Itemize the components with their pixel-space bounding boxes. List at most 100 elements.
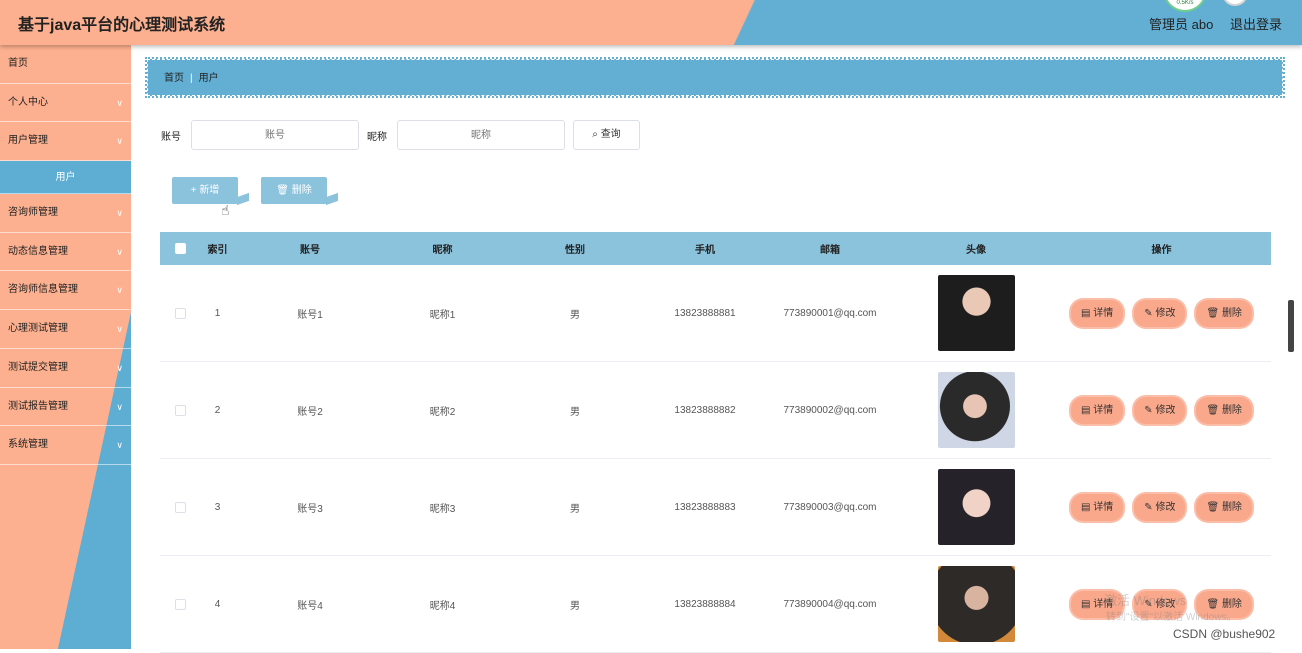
table-row: 3 账号3 昵称3 男 13823888883 773890003@qq.com ▤ 详情 ✎… xyxy=(160,459,1271,556)
app-title: 基于java平台的心理测试系统 xyxy=(18,17,226,34)
detail-button-label: 详情 xyxy=(1093,307,1114,319)
cell-sex: 男 xyxy=(570,503,580,515)
sidebar-item-news-management[interactable]: 动态信息管理 ∨ xyxy=(0,233,131,272)
network-widget-icon xyxy=(1222,0,1248,6)
search-icon: ⌕ xyxy=(592,129,598,140)
breadcrumb-home[interactable]: 首页 xyxy=(164,73,184,84)
delete-button[interactable]: 🗑︎ 删除 xyxy=(1196,396,1252,424)
delete-button[interactable]: 🗑︎ 删除 xyxy=(1196,299,1252,327)
cell-sex: 男 xyxy=(570,406,580,418)
row-checkbox[interactable] xyxy=(174,598,186,610)
row-checkbox[interactable] xyxy=(174,307,186,319)
chevron-down-icon: ∨ xyxy=(116,362,123,373)
edit-button-label: 修改 xyxy=(1155,307,1176,319)
trash-icon: 🗑︎ xyxy=(276,185,289,196)
sidebar-item-label: 心理测试管理 xyxy=(8,323,68,335)
cell-sex: 男 xyxy=(570,600,580,612)
table-header: 索引 账号 昵称 性别 手机 邮箱 头像 操作 xyxy=(160,232,1271,265)
chevron-down-icon: ∨ xyxy=(116,246,123,257)
cell-email: 773890003@qq.com xyxy=(783,501,877,513)
sidebar-item-label: 个人中心 xyxy=(8,96,48,108)
breadcrumb: 首页 | 用户 xyxy=(145,57,1285,98)
sidebar-item-home[interactable]: 首页 xyxy=(0,45,131,84)
sidebar-item-test-report-management[interactable]: 测试报告管理 ∨ xyxy=(0,388,131,427)
sidebar-subitem-user[interactable]: 用户 xyxy=(0,161,131,195)
cell-index: 4 xyxy=(214,598,221,610)
sidebar-item-label: 首页 xyxy=(8,58,28,69)
logout-button[interactable]: 退出登录 xyxy=(1230,14,1282,33)
sidebar-item-personal-center[interactable]: 个人中心 ∨ xyxy=(0,84,131,123)
column-header-email: 邮箱 xyxy=(820,245,840,256)
sidebar-item-label: 咨询师信息管理 xyxy=(8,284,78,296)
document-icon: ▤ xyxy=(1081,307,1091,319)
cell-nickname: 昵称4 xyxy=(429,600,456,612)
sidebar-item-label: 系统管理 xyxy=(8,439,48,451)
add-button[interactable]: + 新增 xyxy=(172,177,238,204)
chevron-down-icon: ∨ xyxy=(116,97,123,108)
top-header: 基于java平台的心理测试系统 0.5K/s 管理员 abo 退出登录 xyxy=(0,0,1302,45)
sidebar-item-label: 动态信息管理 xyxy=(8,245,68,257)
avatar xyxy=(937,275,1015,351)
sidebar-item-counselor-info-management[interactable]: 咨询师信息管理 ∨ xyxy=(0,271,131,311)
account-search-input[interactable] xyxy=(191,120,359,150)
edit-button-label: 修改 xyxy=(1155,501,1176,513)
column-header-avatar: 头像 xyxy=(966,245,986,256)
page-scrollbar[interactable] xyxy=(1288,300,1294,352)
chevron-down-icon: ∨ xyxy=(116,208,123,219)
breadcrumb-current: 用户 xyxy=(198,73,219,84)
delete-button[interactable]: 🗑︎ 删除 xyxy=(1196,493,1252,521)
trash-icon: 🗑︎ xyxy=(1206,307,1220,319)
cell-nickname: 昵称2 xyxy=(429,406,456,418)
nickname-search-label: 昵称 xyxy=(367,132,387,143)
cell-email: 773890001@qq.com xyxy=(783,307,877,319)
detail-button[interactable]: ▤ 详情 xyxy=(1071,396,1124,424)
row-checkbox[interactable] xyxy=(174,501,186,513)
document-icon: ▤ xyxy=(1081,404,1091,416)
sidebar-item-user-management[interactable]: 用户管理 ∨ xyxy=(0,122,131,162)
pencil-icon: ✎ xyxy=(1144,404,1153,416)
table-row: 1 账号1 昵称1 男 13823888881 773890001@qq.com ▤ 详情 ✎… xyxy=(160,265,1271,362)
detail-button[interactable]: ▤ 详情 xyxy=(1071,299,1124,327)
cell-account: 账号1 xyxy=(297,309,323,321)
sidebar-item-label: 测试提交管理 xyxy=(8,361,68,373)
avatar xyxy=(937,566,1015,642)
windows-activation-subtitle: 转到"设置"以激活 Windows。 xyxy=(1106,612,1237,623)
edit-button[interactable]: ✎ 修改 xyxy=(1134,299,1186,327)
detail-button[interactable]: ▤ 详情 xyxy=(1071,493,1124,521)
select-all-checkbox[interactable] xyxy=(174,243,186,254)
detail-button-label: 详情 xyxy=(1093,404,1114,416)
pencil-icon: ✎ xyxy=(1144,501,1153,513)
row-checkbox[interactable] xyxy=(174,404,186,416)
nickname-search-input[interactable] xyxy=(397,120,565,150)
sidebar-item-test-submission-management[interactable]: 测试提交管理 ∨ xyxy=(0,349,131,388)
sidebar-item-label: 咨询师管理 xyxy=(8,207,58,219)
document-icon: ▤ xyxy=(1081,501,1091,513)
pencil-icon: ✎ xyxy=(1144,307,1153,319)
column-header-nickname: 昵称 xyxy=(432,245,453,256)
cell-email: 773890004@qq.com xyxy=(783,598,877,610)
query-button[interactable]: ⌕ 查询 xyxy=(573,120,640,150)
column-header-phone: 手机 xyxy=(695,245,715,256)
column-header-index: 索引 xyxy=(207,245,228,256)
breadcrumb-separator: | xyxy=(190,73,193,84)
chevron-down-icon: ∨ xyxy=(116,136,123,147)
trash-icon: 🗑︎ xyxy=(1206,501,1220,513)
delete-button-label: 删除 xyxy=(1221,501,1242,513)
plus-icon: + xyxy=(190,185,197,196)
hand-cursor-icon: ☝ xyxy=(221,202,230,218)
sidebar-item-counselor-management[interactable]: 咨询师管理 ∨ xyxy=(0,194,131,233)
edit-button[interactable]: ✎ 修改 xyxy=(1134,396,1186,424)
batch-delete-button-label: 删除 xyxy=(291,185,312,196)
cell-nickname: 昵称1 xyxy=(429,309,456,321)
sidebar-item-system-management[interactable]: 系统管理 ∨ xyxy=(0,426,131,465)
batch-delete-button[interactable]: 🗑︎ 删除 xyxy=(261,177,327,204)
column-header-ops: 操作 xyxy=(1151,245,1172,256)
trash-icon: 🗑︎ xyxy=(1206,404,1220,416)
cell-account: 账号2 xyxy=(297,406,323,418)
admin-name: 管理员 abo xyxy=(1149,17,1214,32)
cell-account: 账号4 xyxy=(297,600,323,612)
cell-index: 1 xyxy=(214,307,221,319)
edit-button[interactable]: ✎ 修改 xyxy=(1134,493,1186,521)
cell-nickname: 昵称3 xyxy=(429,503,456,515)
sidebar-item-psych-test-management[interactable]: 心理测试管理 ∨ xyxy=(0,310,131,349)
